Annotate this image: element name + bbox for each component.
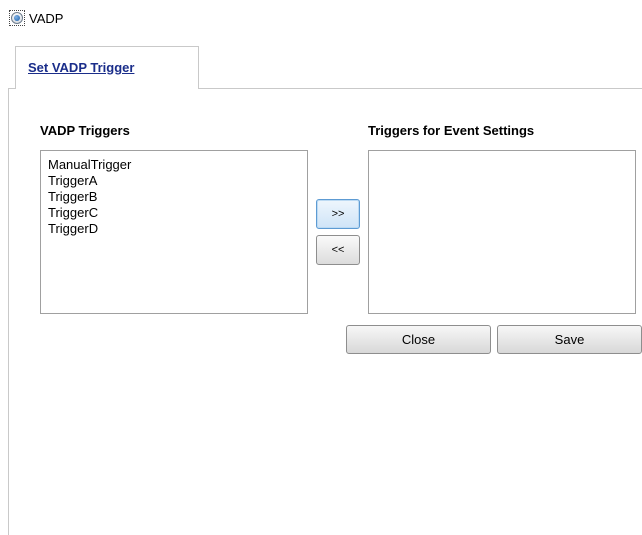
event-triggers-heading: Triggers for Event Settings <box>368 123 535 138</box>
list-item[interactable]: TriggerB <box>48 189 307 205</box>
vadp-radio[interactable] <box>9 10 25 26</box>
list-item[interactable]: ManualTrigger <box>48 157 307 173</box>
list-item[interactable]: TriggerC <box>48 205 307 221</box>
vadp-triggers-heading: VADP Triggers <box>40 123 130 138</box>
list-item[interactable]: TriggerA <box>48 173 307 189</box>
panel-border <box>8 88 9 535</box>
radio-selected-dot <box>14 15 20 21</box>
save-button[interactable]: Save <box>497 325 642 354</box>
radio-icon <box>11 12 23 24</box>
tab-set-vadp-trigger-link[interactable]: Set VADP Trigger <box>28 60 134 75</box>
event-triggers-list[interactable] <box>368 150 636 314</box>
vadp-triggers-list[interactable]: ManualTrigger TriggerA TriggerB TriggerC… <box>40 150 308 314</box>
remove-trigger-button[interactable]: << <box>316 235 360 265</box>
tab-divider-right <box>198 88 642 89</box>
vadp-radio-label: VADP <box>29 10 64 26</box>
close-button[interactable]: Close <box>346 325 491 354</box>
tab-set-vadp-trigger[interactable]: Set VADP Trigger <box>15 46 199 89</box>
vadp-radio-row[interactable]: VADP <box>9 10 63 26</box>
vadp-page: VADP Set VADP Trigger VADP Triggers Trig… <box>0 0 642 535</box>
list-item[interactable]: TriggerD <box>48 221 307 237</box>
add-trigger-button[interactable]: >> <box>316 199 360 229</box>
